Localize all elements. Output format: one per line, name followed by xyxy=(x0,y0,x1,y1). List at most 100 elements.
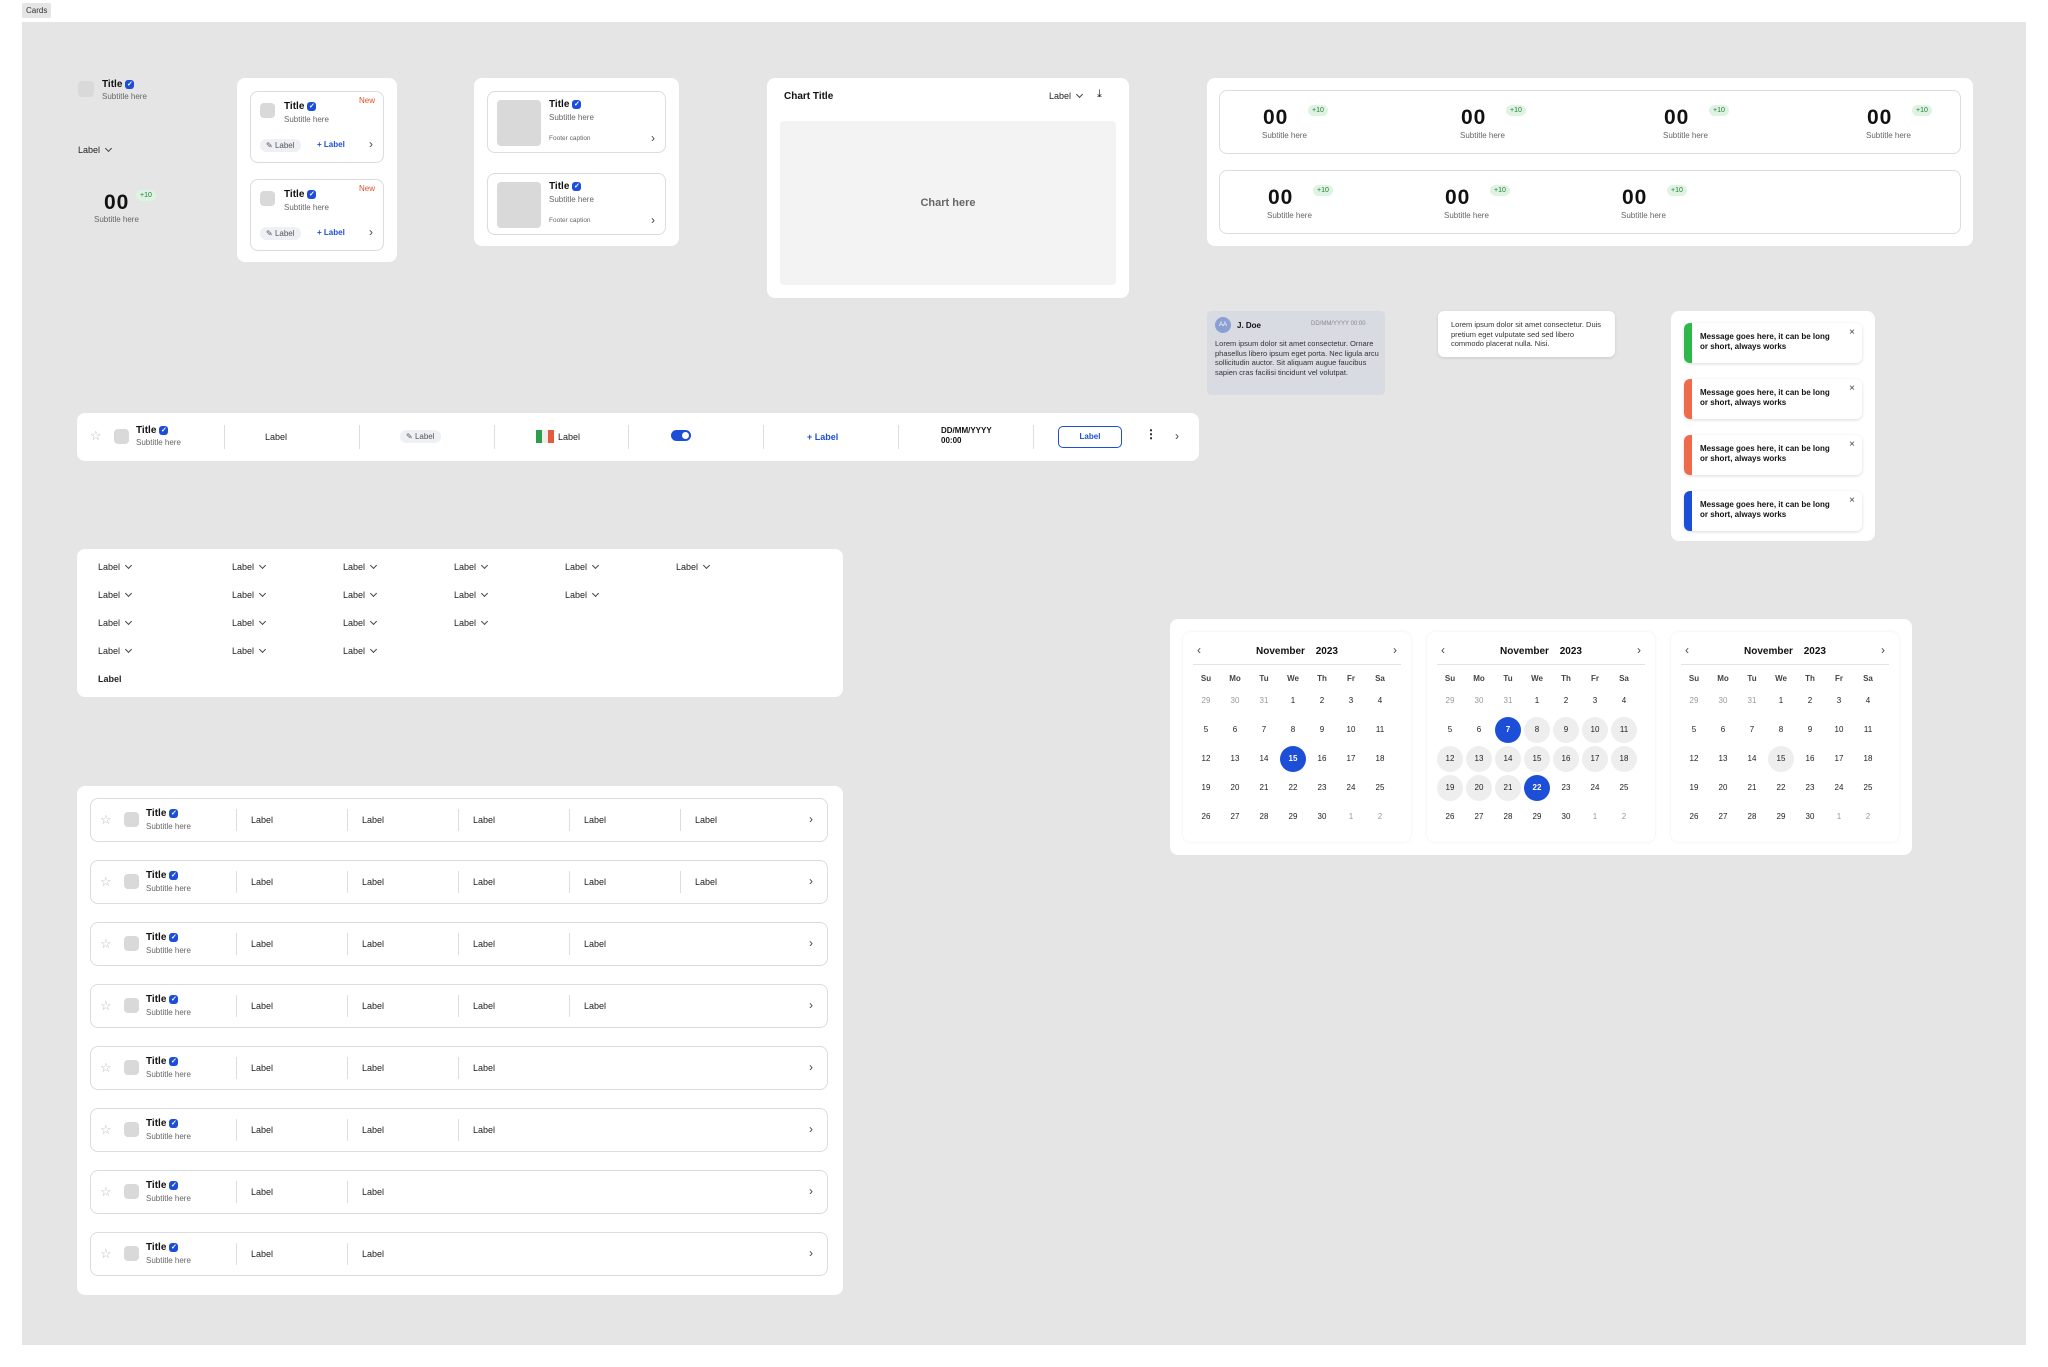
close-icon[interactable]: × xyxy=(1849,383,1855,394)
calendar-day[interactable]: 20 xyxy=(1466,775,1492,801)
filter-dropdown[interactable]: Label xyxy=(98,561,133,572)
calendar-day[interactable]: 25 xyxy=(1855,775,1881,801)
table-row[interactable]: ☆ Title ✓ Subtitle here Label Label Label Label… xyxy=(90,984,828,1028)
calendar-day[interactable]: 16 xyxy=(1309,746,1335,772)
calendar-day[interactable]: 13 xyxy=(1222,746,1248,772)
chevron-right-icon[interactable]: › xyxy=(809,1061,813,1073)
calendar-day[interactable]: 31 xyxy=(1251,688,1277,714)
calendar-day[interactable]: 31 xyxy=(1739,688,1765,714)
add-label-button[interactable]: + Label xyxy=(317,140,345,149)
calendar-day[interactable]: 29 xyxy=(1681,688,1707,714)
calendar-day[interactable]: 18 xyxy=(1855,746,1881,772)
filter-dropdown[interactable]: Label xyxy=(454,617,489,628)
calendar-day[interactable]: 16 xyxy=(1797,746,1823,772)
stat-dropdown[interactable]: Label xyxy=(78,144,113,155)
list-item[interactable]: Title ✓ Subtitle here New ✎ Label + Label › xyxy=(250,91,384,163)
calendar-day[interactable]: 1 xyxy=(1768,688,1794,714)
calendar-day[interactable]: 29 xyxy=(1280,804,1306,830)
calendar-day[interactable]: 13 xyxy=(1466,746,1492,772)
calendar-day[interactable]: 4 xyxy=(1367,688,1393,714)
calendar-day[interactable]: 11 xyxy=(1855,717,1881,743)
calendar-day[interactable]: 29 xyxy=(1193,688,1219,714)
add-label-button[interactable]: + Label xyxy=(807,432,838,442)
calendar-day[interactable]: 6 xyxy=(1466,717,1492,743)
calendar-day[interactable]: 13 xyxy=(1710,746,1736,772)
chevron-right-icon[interactable]: › xyxy=(809,937,813,949)
calendar-day[interactable]: 7 xyxy=(1251,717,1277,743)
calendar-day[interactable]: 30 xyxy=(1710,688,1736,714)
calendar-day[interactable]: 21 xyxy=(1495,775,1521,801)
calendar-day[interactable]: 2 xyxy=(1611,804,1637,830)
calendar-day[interactable]: 17 xyxy=(1582,746,1608,772)
list-item[interactable]: Title ✓ Subtitle here New ✎ Label + Label › xyxy=(250,179,384,251)
calendar-day[interactable]: 2 xyxy=(1797,688,1823,714)
close-icon[interactable]: × xyxy=(1849,327,1855,338)
table-row[interactable]: ☆ Title ✓ Subtitle here Label Label › xyxy=(90,1232,828,1276)
calendar-day[interactable]: 2 xyxy=(1855,804,1881,830)
calendar-day[interactable]: 21 xyxy=(1739,775,1765,801)
calendar-day[interactable]: 28 xyxy=(1251,804,1277,830)
calendar-day[interactable]: 29 xyxy=(1524,804,1550,830)
calendar-day[interactable]: 27 xyxy=(1710,804,1736,830)
chevron-right-icon[interactable]: › xyxy=(1393,644,1397,656)
filter-dropdown[interactable]: Label xyxy=(232,617,267,628)
calendar-day[interactable]: 23 xyxy=(1797,775,1823,801)
filter-dropdown[interactable]: Label xyxy=(565,561,600,572)
chevron-right-icon[interactable]: › xyxy=(809,813,813,825)
calendar-day[interactable]: 4 xyxy=(1611,688,1637,714)
add-label-button[interactable]: + Label xyxy=(317,228,345,237)
table-row[interactable]: ☆ Title ✓ Subtitle here Label Label › xyxy=(90,1170,828,1214)
calendar-day[interactable]: 30 xyxy=(1222,688,1248,714)
filter-dropdown[interactable]: Label xyxy=(343,589,378,600)
calendar-day[interactable]: 3 xyxy=(1582,688,1608,714)
calendar-day[interactable]: 21 xyxy=(1251,775,1277,801)
calendar-day[interactable]: 19 xyxy=(1193,775,1219,801)
calendar-day[interactable]: 11 xyxy=(1611,717,1637,743)
calendar-day[interactable]: 17 xyxy=(1826,746,1852,772)
close-icon[interactable]: × xyxy=(1849,439,1855,450)
calendar-day[interactable]: 14 xyxy=(1495,746,1521,772)
calendar-day[interactable]: 22 xyxy=(1768,775,1794,801)
calendar-day[interactable]: 14 xyxy=(1251,746,1277,772)
star-icon[interactable]: ☆ xyxy=(100,1060,112,1076)
calendar-day[interactable]: 18 xyxy=(1611,746,1637,772)
calendar-day[interactable]: 17 xyxy=(1338,746,1364,772)
calendar-day[interactable]: 1 xyxy=(1338,804,1364,830)
star-icon[interactable]: ☆ xyxy=(100,1122,112,1138)
calendar-day[interactable]: 7 xyxy=(1495,717,1521,743)
calendar-day[interactable]: 5 xyxy=(1193,717,1219,743)
calendar-day[interactable]: 30 xyxy=(1466,688,1492,714)
calendar-day[interactable]: 25 xyxy=(1611,775,1637,801)
label-button[interactable]: Label xyxy=(1058,426,1122,448)
calendar-day[interactable]: 8 xyxy=(1280,717,1306,743)
calendar-day[interactable]: 12 xyxy=(1437,746,1463,772)
calendar-day[interactable]: 30 xyxy=(1553,804,1579,830)
calendar-day[interactable]: 4 xyxy=(1855,688,1881,714)
filter-dropdown[interactable]: Label xyxy=(454,561,489,572)
chevron-right-icon[interactable]: › xyxy=(1175,430,1179,442)
calendar-day[interactable]: 26 xyxy=(1437,804,1463,830)
table-row[interactable]: ☆ Title ✓ Subtitle here Label Label Label Label… xyxy=(90,798,828,842)
chevron-right-icon[interactable]: › xyxy=(1881,644,1885,656)
calendar-day[interactable]: 11 xyxy=(1367,717,1393,743)
calendar-day[interactable]: 23 xyxy=(1309,775,1335,801)
filter-dropdown[interactable]: Label xyxy=(565,589,600,600)
chevron-left-icon[interactable]: ‹ xyxy=(1441,644,1445,656)
chevron-right-icon[interactable]: › xyxy=(651,214,655,226)
filter-dropdown[interactable]: Label xyxy=(98,589,133,600)
calendar-day[interactable]: 27 xyxy=(1466,804,1492,830)
calendar-day[interactable]: 5 xyxy=(1437,717,1463,743)
chevron-right-icon[interactable]: › xyxy=(809,875,813,887)
star-icon[interactable]: ☆ xyxy=(100,1184,112,1200)
table-row[interactable]: ☆ Title ✓ Subtitle here Label Label Label Label… xyxy=(90,860,828,904)
calendar-day[interactable]: 26 xyxy=(1681,804,1707,830)
more-icon[interactable]: ⋮ xyxy=(1145,427,1157,441)
calendar-day[interactable]: 10 xyxy=(1826,717,1852,743)
chevron-right-icon[interactable]: › xyxy=(809,1185,813,1197)
calendar-day[interactable]: 2 xyxy=(1367,804,1393,830)
calendar-day[interactable]: 3 xyxy=(1338,688,1364,714)
filter-dropdown[interactable]: Label xyxy=(343,645,378,656)
filter-dropdown[interactable]: Label xyxy=(232,561,267,572)
calendar-day[interactable]: 28 xyxy=(1739,804,1765,830)
star-icon[interactable]: ☆ xyxy=(100,1246,112,1262)
